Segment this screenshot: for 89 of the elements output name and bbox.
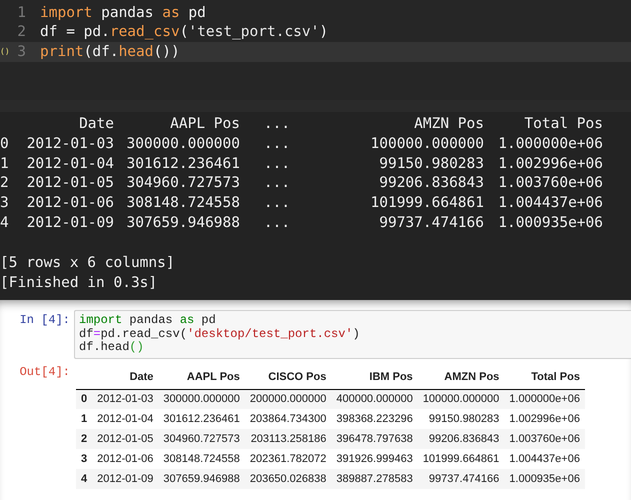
table-cell: 2012-01-09	[92, 469, 158, 489]
table-cell-text: ...	[262, 134, 292, 154]
column-header: ...	[262, 115, 292, 134]
code-editor[interactable]: 1 import pandas as pd 2 df = pd.read_csv('test_port.csv') () 3 print(df.head())	[0, 0, 631, 100]
column-header: CISCO Pos	[244, 366, 332, 389]
table-cell: 307659.946988	[158, 469, 245, 489]
output-prompt: Out[4]:	[18, 364, 71, 380]
table-cell: 2012-01-06	[92, 449, 158, 469]
table-cell-text: ...	[262, 214, 292, 233]
code-line: import pandas as pd	[40, 4, 206, 21]
line-number: 3	[17, 44, 26, 60]
table-cell: 2012-01-03	[92, 389, 158, 409]
table-cell-text: 1.004437e+06	[497, 194, 603, 214]
table-cell: 99150.980283	[418, 409, 504, 429]
table-cell-text: 100000.000000	[370, 134, 484, 154]
table-cell-text: 2012-01-06	[26, 194, 114, 214]
bracket-marker: ()	[0, 47, 10, 56]
row-index: 0	[76, 389, 92, 409]
row-index: 2	[76, 429, 92, 449]
table-cell: 100000.000000	[418, 389, 504, 409]
table-cell: 304960.727573	[158, 429, 245, 449]
code-line: print(df.head())	[40, 44, 180, 60]
table-cell-text: 2012-01-05	[26, 174, 114, 194]
column-header: IBM Pos	[331, 366, 418, 389]
table-cell: 99737.474166	[418, 469, 504, 489]
column-header: Total Pos	[504, 366, 585, 389]
table-cell-text: 1.002996e+06	[497, 154, 603, 174]
table-cell-text: 307659.946988	[126, 214, 240, 233]
column-header: AAPL Pos	[169, 115, 240, 134]
table-cell: 2012-01-05	[92, 429, 158, 449]
table-cell: 1.003760e+06	[504, 429, 585, 449]
table-cell-text: ...	[262, 174, 292, 194]
column-header: AMZN Pos	[418, 366, 504, 389]
table-cell-text: 301612.236461	[126, 154, 240, 174]
row-index: 2	[0, 174, 10, 194]
table-cell: 2012-01-04	[92, 409, 158, 429]
table-cell: 203113.258186	[244, 429, 332, 449]
table-cell-text: 1.000935e+06	[497, 214, 603, 233]
table-cell: 300000.000000	[158, 389, 245, 409]
column-header: Date	[78, 115, 114, 134]
table-cell-text: 300000.000000	[126, 134, 240, 154]
line-number: 2	[17, 24, 26, 40]
table-cell: 400000.000000	[331, 389, 418, 409]
column-header: AAPL Pos	[158, 366, 245, 389]
table-cell-text: 99150.980283	[378, 154, 484, 174]
table-cell: 200000.000000	[244, 389, 332, 409]
table-cell-text: 1.003760e+06	[497, 174, 603, 194]
status-text: [Finished in 0.3s]	[0, 274, 158, 293]
input-prompt: In [4]:	[18, 312, 71, 329]
code-cell[interactable]: import pandas as pd df=pd.read_csv('desktop/test_port.csv') df.head()	[74, 310, 631, 358]
table-cell-text: 2012-01-04	[26, 154, 114, 174]
line-number: 1	[17, 4, 26, 21]
table-cell-text: ...	[262, 154, 292, 174]
table-cell: 398368.223296	[331, 409, 418, 429]
table-cell-text: 2012-01-03	[26, 134, 114, 154]
table-cell: 99206.836843	[418, 429, 504, 449]
row-index: 1	[0, 154, 10, 174]
column-header: Date	[92, 366, 158, 389]
row-index: 1	[76, 409, 92, 429]
row-index: 3	[76, 449, 92, 469]
table-cell: 1.000935e+06	[504, 469, 585, 489]
table-cell-text: 304960.727573	[126, 174, 240, 194]
table-cell: 389887.278583	[331, 469, 418, 489]
table-cell: 1.004437e+06	[504, 449, 585, 469]
table-cell: 396478.797638	[331, 429, 418, 449]
table-cell-text: 308148.724558	[126, 194, 240, 214]
row-index: 0	[0, 134, 10, 154]
table-cell: 101999.664861	[418, 449, 504, 469]
row-index: 4	[76, 469, 92, 489]
table-cell-text: ...	[262, 194, 292, 214]
table-cell: 203864.734300	[244, 409, 332, 429]
table-cell: 308148.724558	[158, 449, 245, 469]
summary-text: [5 rows x 6 columns]	[0, 254, 176, 273]
column-header: Total Pos	[523, 115, 603, 134]
table-cell: 203650.026838	[244, 469, 332, 489]
table-cell-text: 99737.474166	[378, 214, 484, 233]
table-cell-text: 99206.836843	[378, 174, 484, 194]
table-cell: 1.000000e+06	[504, 389, 585, 409]
table-cell-text: 2012-01-09	[26, 214, 114, 233]
column-header: AMZN Pos	[413, 115, 484, 134]
table-cell: 391926.999463	[331, 449, 418, 469]
table-cell-text: 1.000000e+06	[497, 134, 603, 154]
table-cell: 202361.782072	[244, 449, 332, 469]
table-cell: 1.002996e+06	[504, 409, 585, 429]
table-cell-text: 101999.664861	[370, 194, 484, 214]
row-index: 4	[0, 214, 10, 233]
row-index: 3	[0, 194, 10, 214]
code-line: df = pd.read_csv('test_port.csv')	[40, 24, 328, 40]
table-cell: 301612.236461	[158, 409, 245, 429]
